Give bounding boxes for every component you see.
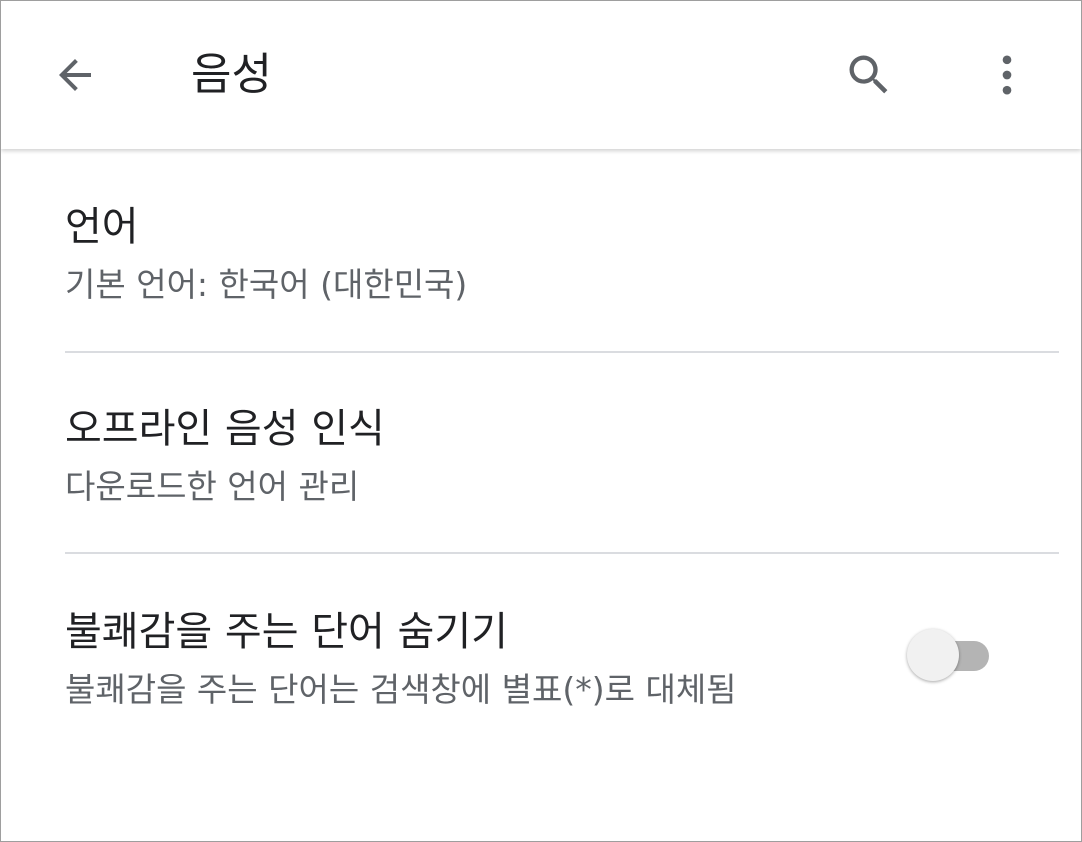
- more-options-button[interactable]: [975, 43, 1039, 107]
- offensive-words-toggle[interactable]: [905, 627, 991, 683]
- arrow-back-icon: [59, 59, 91, 91]
- screen: 음성 언어 기본 언어: 한국어 (대한민국) 오프라인 음성 인식 다운로드한…: [0, 0, 1082, 842]
- setting-language[interactable]: 언어 기본 언어: 한국어 (대한민국): [1, 149, 1081, 351]
- page-title: 음성: [191, 49, 272, 100]
- setting-title: 언어: [65, 204, 139, 250]
- setting-subtitle: 불쾌감을 주는 단어는 검색창에 별표(*)로 대체됨: [65, 670, 737, 709]
- setting-subtitle: 기본 언어: 한국어 (대한민국): [65, 265, 468, 304]
- more-vert-icon: [1002, 55, 1012, 95]
- setting-subtitle: 다운로드한 언어 관리: [65, 467, 360, 506]
- search-button[interactable]: [837, 43, 901, 107]
- back-button[interactable]: [43, 43, 107, 107]
- setting-offline-speech-recognition[interactable]: 오프라인 음성 인식 다운로드한 언어 관리: [1, 353, 1081, 551]
- setting-title: 불쾌감을 주는 단어 숨기기: [65, 609, 508, 655]
- setting-title: 오프라인 음성 인식: [65, 406, 385, 452]
- app-bar: 음성: [1, 1, 1081, 149]
- toggle-thumb: [907, 629, 959, 681]
- search-icon: [849, 55, 888, 94]
